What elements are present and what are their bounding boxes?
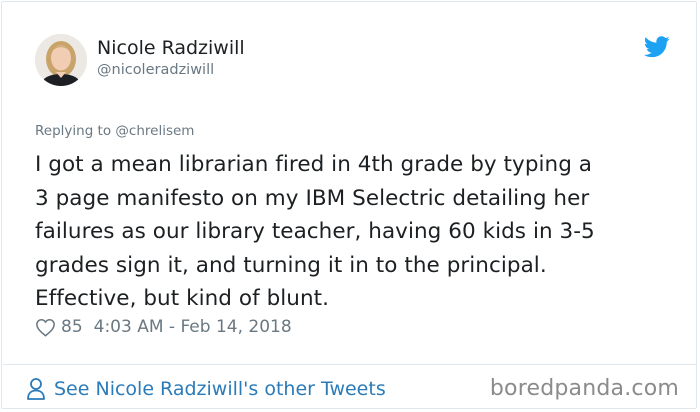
replying-to: Replying to @chrelisem	[35, 122, 194, 140]
see-other-tweets-label: See Nicole Radziwill's other Tweets	[54, 378, 386, 400]
reply-mention-link[interactable]: @chrelisem	[115, 123, 194, 139]
tweet-text-line: grades sign it, and turning it in to the…	[35, 252, 547, 278]
display-name[interactable]: Nicole Radziwill	[97, 36, 245, 60]
like-count[interactable]: 85	[61, 317, 83, 337]
person-icon	[27, 378, 45, 400]
tweet-text: I got a mean librarian fired in 4th grad…	[35, 148, 675, 316]
see-other-tweets-link[interactable]: See Nicole Radziwill's other Tweets	[26, 376, 386, 402]
twitter-bird-icon[interactable]	[644, 36, 670, 58]
user-handle[interactable]: @nicoleradziwill	[97, 61, 214, 79]
tweet-text-line: failures as our library teacher, having …	[35, 219, 595, 244]
tweet-card: Nicole Radziwill @nicoleradziwill Replyi…	[1, 1, 697, 409]
divider	[3, 364, 697, 365]
tweet-text-line: Effective, but kind of blunt.	[35, 286, 330, 311]
avatar-photo	[35, 34, 87, 86]
tweet-meta: 85 4:03 AM - Feb 14, 2018	[35, 314, 292, 340]
replying-prefix: Replying to	[35, 123, 112, 139]
watermark: boredpanda.com	[489, 376, 679, 401]
heart-icon[interactable]	[35, 318, 56, 337]
tweet-text-line: 3 page manifesto on my IBM Selectric det…	[35, 185, 590, 211]
tweet-timestamp[interactable]: 4:03 AM - Feb 14, 2018	[94, 317, 292, 337]
tweet-text-line: I got a mean librarian fired in 4th grad…	[35, 152, 593, 177]
avatar[interactable]	[35, 34, 87, 86]
